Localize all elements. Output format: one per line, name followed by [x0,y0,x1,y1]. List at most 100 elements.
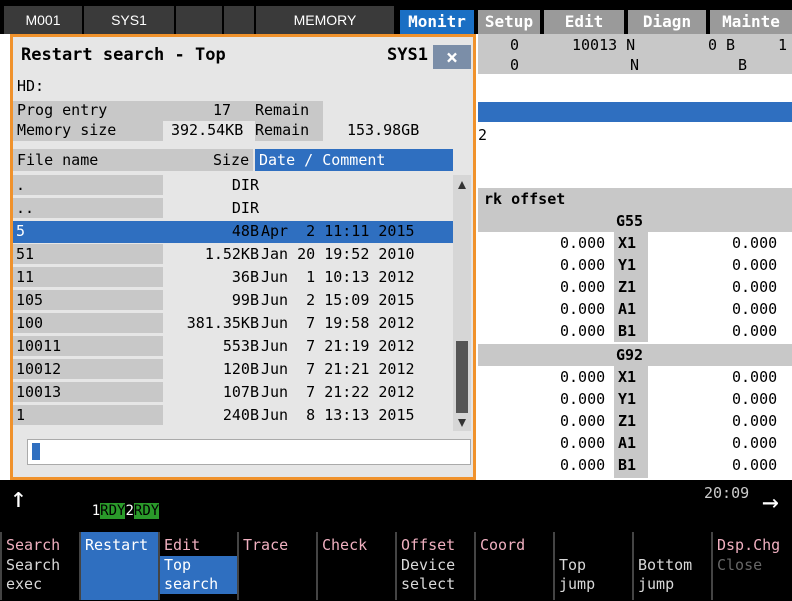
softkey-top-label: Search [6,536,61,554]
g92-value-left: 0.000 [560,390,606,408]
file-row[interactable]: 51 1.52KB Jan 20 19:52 2010 [13,244,455,266]
g92-value-right: 0.000 [732,390,778,408]
softkey-10[interactable]: Dsp.Chg Close [711,532,783,600]
file-size: DIR [231,176,259,194]
file-size: 36B [231,268,259,286]
file-size: 381.35KB [186,314,259,332]
scrollbar[interactable] [453,175,471,431]
softkey-bottom-label: Bottom jump [638,556,693,593]
g92-value-right: 0.000 [732,412,778,430]
softkey-top-label: Edit [164,536,201,554]
g55-value-right: 0.000 [732,322,778,340]
pos-value: 10013 N [572,36,636,54]
softkey-6[interactable]: Offset Device select [395,532,474,600]
file-name: 1 [13,405,163,425]
file-date: Jun 7 19:58 2012 [261,314,415,332]
file-size: 48B [231,222,259,240]
prog-entry-label: Prog entry [17,101,108,119]
file-name: .. [13,198,163,218]
scroll-down-icon[interactable] [458,419,466,427]
remain1-label: Remain [255,101,310,119]
softkey-top-label: Restart [85,536,149,554]
softkey-5[interactable]: Check [316,532,395,600]
scroll-up-icon[interactable] [458,181,466,189]
file-row[interactable]: 105 99B Jun 2 15:09 2015 [13,290,455,312]
g92-axis-label: X1 [618,368,637,386]
file-date: Jun 8 13:13 2015 [261,406,415,424]
g92-label: G92 [616,346,644,364]
g55-axis-label: Z1 [618,278,637,296]
up-arrow-icon[interactable]: ↑ [10,484,34,512]
softkey-bottom-label: Search exec [6,556,61,593]
dialog-system: SYS1 [387,45,428,65]
softkey-9[interactable]: Bottom jump [632,532,711,600]
line-number: 2 [478,126,488,144]
softkey-bottom-label: Top jump [559,556,596,593]
highlight-bar [478,102,792,122]
g55-value-right: 0.000 [732,256,778,274]
file-row[interactable]: 1 240B Jun 8 13:13 2015 [13,405,455,427]
softkey-4[interactable]: Trace [237,532,316,600]
right-arrow-icon[interactable]: → [762,488,779,516]
col-size: Size [213,151,250,169]
g55-value-right: 0.000 [732,234,778,252]
file-row[interactable]: . DIR [13,175,455,197]
g55-axis-label: X1 [618,234,637,252]
g92-value-left: 0.000 [560,412,606,430]
input-line[interactable] [27,439,471,465]
bottom-panel: ↑ 1RDY2RDY 20:09 → Search Search exec Rest… [0,480,792,601]
softkey-bottom-label: Close [717,556,763,574]
file-row[interactable]: 5 48B Apr 2 11:11 2015 [13,221,455,243]
file-name: 100 [13,313,163,333]
file-list[interactable]: . DIR.. DIR 5 48B Apr 2 11:11 2015 51 1.52KB Jan… [13,175,455,429]
tab-edit[interactable]: Edit [544,10,624,34]
tab-diagn[interactable]: Diagn [628,10,706,34]
tab-monitor[interactable]: Monitr [400,10,474,34]
softkey-top-label: Coord [480,536,526,554]
file-size: 107B [222,383,259,401]
softkey-3[interactable]: Edit Top search [158,532,237,600]
dialog-title: Restart search - Top [21,45,226,65]
cursor [32,443,40,460]
file-date: Apr 2 11:11 2015 [261,222,415,240]
softkey-bottom-label: Device select [401,556,456,593]
softkey-top-label: Dsp.Chg [717,536,781,554]
file-date: Jan 20 19:52 2010 [261,245,415,263]
file-date: Jun 2 15:09 2015 [261,291,415,309]
remain2-label: Remain [255,121,310,139]
file-date: Jun 7 21:19 2012 [261,337,415,355]
file-row[interactable]: 11 36B Jun 1 10:13 2012 [13,267,455,289]
g55-axis-label: Y1 [618,256,637,274]
hd-label: HD: [17,77,45,95]
softkey-2[interactable]: Restart [79,532,158,600]
file-name: 5 [13,221,163,241]
file-size: 1.52KB [204,245,259,263]
softkey-7[interactable]: Coord [474,532,553,600]
g55-label: G55 [616,212,644,230]
g92-axis-label: B1 [618,456,637,474]
remain2-value: 153.98GB [347,121,420,139]
file-name: 10012 [13,359,163,379]
g55-axis-label: B1 [618,322,637,340]
g92-axis-label: A1 [618,434,637,452]
file-row[interactable]: .. DIR [13,198,455,220]
softkey-1[interactable]: Search Search exec [0,532,79,600]
ready-status: 1RDY2RDY [58,484,160,519]
file-row[interactable]: 10013 107B Jun 7 21:22 2012 [13,382,455,404]
close-icon[interactable]: × [433,45,471,69]
top-status-bar: M001 SYS1 MEMORY Monitr Setup Edit Diagn… [0,0,792,34]
col-file-name: File name [17,151,99,169]
tab-mainte[interactable]: Mainte [710,10,792,34]
scrollbar-thumb[interactable] [456,341,468,413]
pos-value: 0 B [708,36,736,54]
file-row[interactable]: 100 381.35KB Jun 7 19:58 2012 [13,313,455,335]
pos-value: 1 [778,36,788,54]
tab-setup[interactable]: Setup [478,10,540,34]
work-offset-title: rk offset [484,190,566,208]
memory-size-label: Memory size [17,121,117,139]
prog-entry-value: 17 [213,101,232,119]
softkey-8[interactable]: Top jump [553,532,632,600]
file-row[interactable]: 10012 120B Jun 7 21:21 2012 [13,359,455,381]
file-row[interactable]: 10011 553B Jun 7 21:19 2012 [13,336,455,358]
g55-value-left: 0.000 [560,300,606,318]
